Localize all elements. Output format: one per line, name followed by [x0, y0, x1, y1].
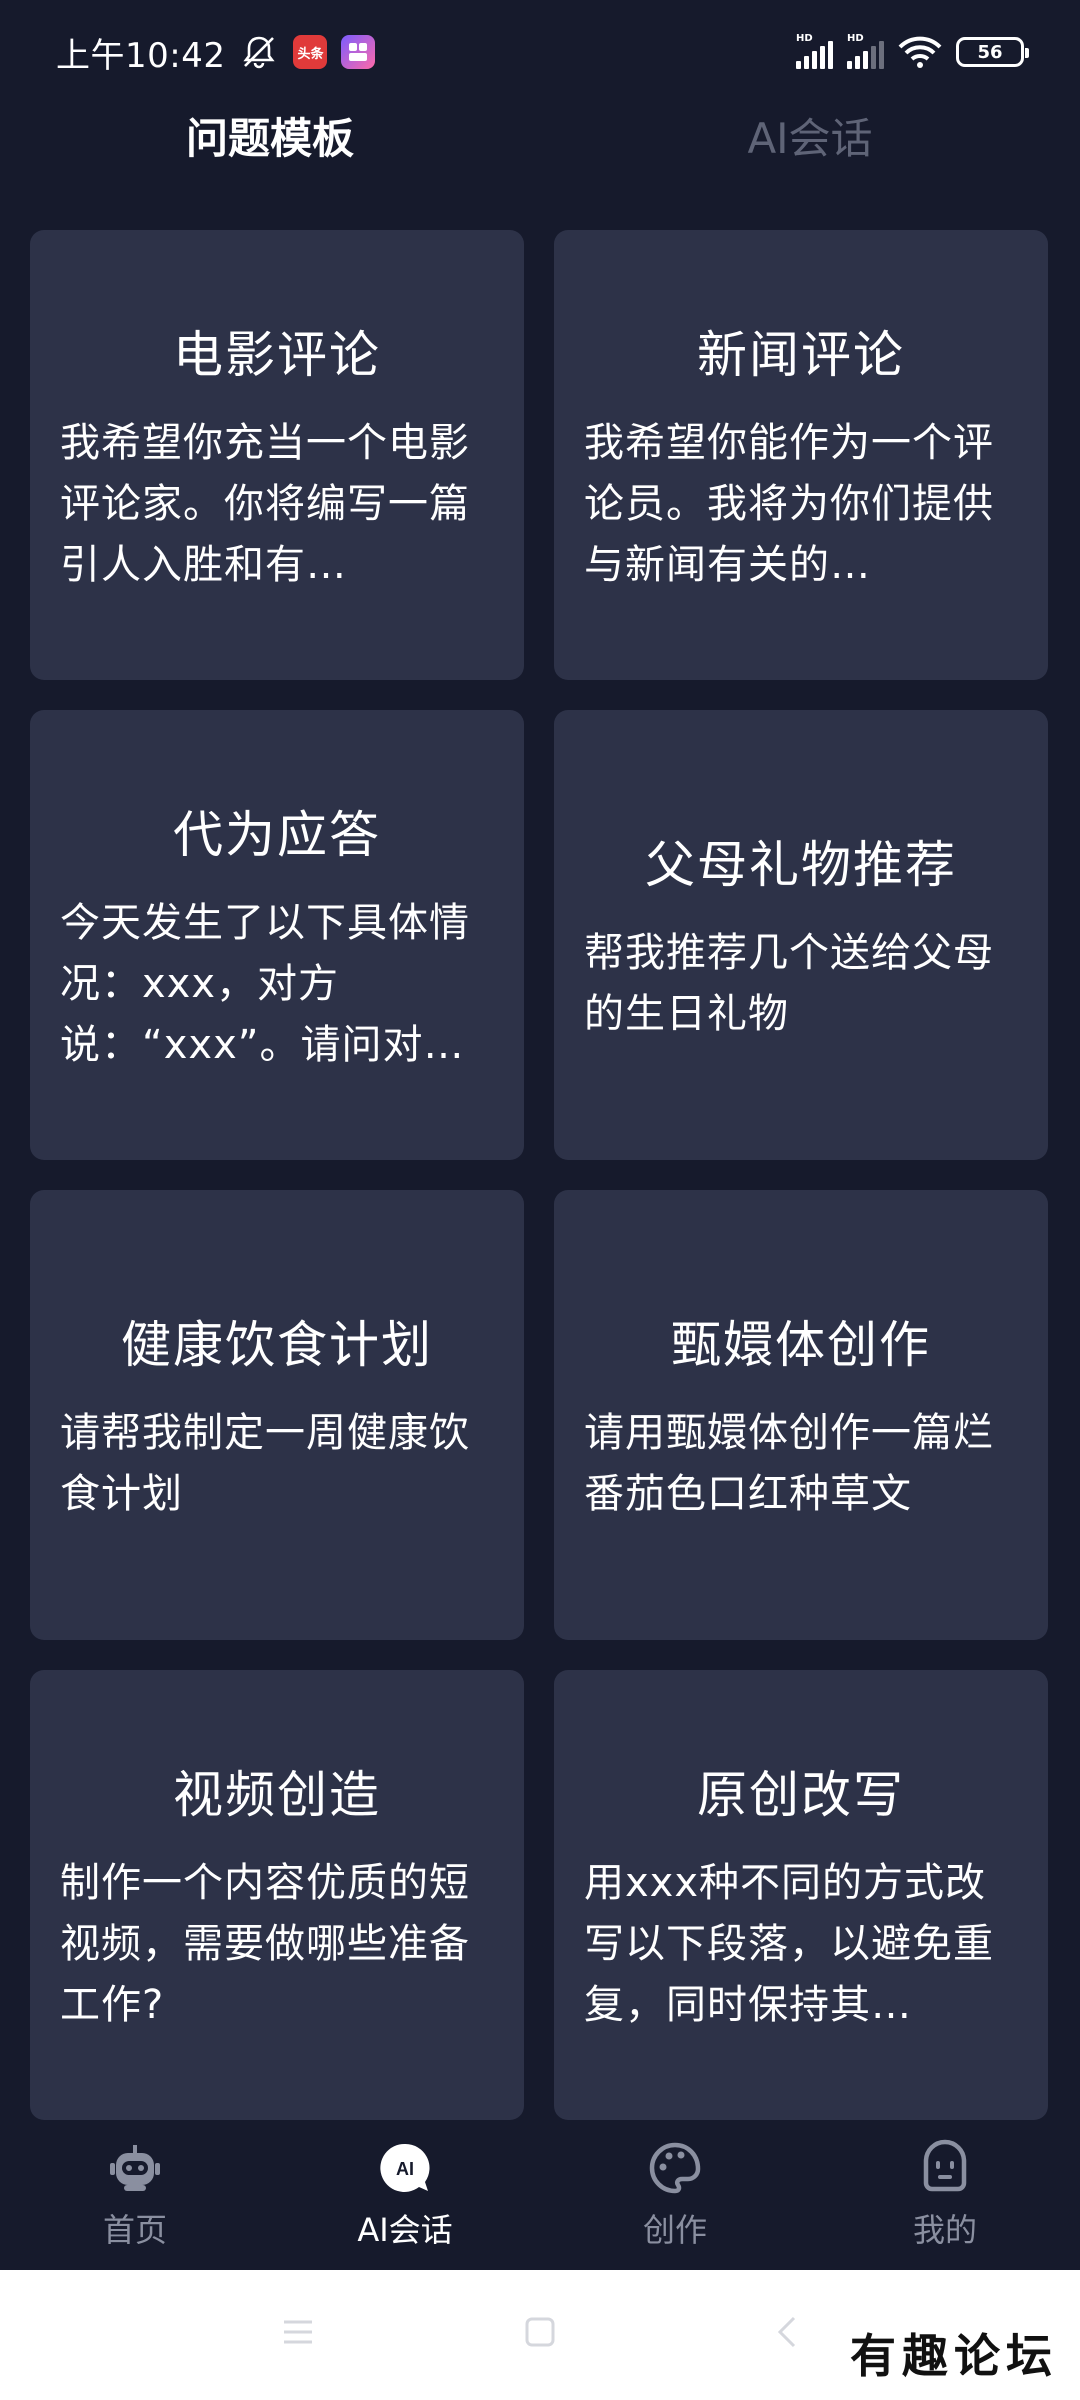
watermark: 有趣论坛	[850, 2329, 1058, 2383]
nav-item-create[interactable]: 创作	[540, 2120, 810, 2270]
status-left: 上午10:42 头条	[56, 28, 376, 77]
signal-icon: HD	[796, 33, 833, 69]
template-card-movie-review[interactable]: 电影评论 我希望你充当一个电影评论家。你将编写一篇引人入胜和有…	[30, 230, 524, 680]
template-card-diet-plan[interactable]: 健康饮食计划 请帮我制定一周健康饮食计划	[30, 1190, 524, 1640]
card-description: 帮我推荐几个送给父母的生日礼物	[584, 930, 994, 1037]
signal-icon-2: HD	[847, 33, 884, 69]
back-icon[interactable]	[768, 2312, 808, 2352]
battery-level: 56	[977, 41, 1003, 63]
face-icon	[923, 2139, 967, 2192]
card-title: 视频创造	[173, 1765, 381, 1824]
card-title: 健康饮食计划	[121, 1316, 433, 1374]
template-card-news-review[interactable]: 新闻评论 我希望你能作为一个评论员。我将为你们提供与新闻有关的…	[554, 230, 1048, 680]
home-icon[interactable]	[520, 2312, 560, 2352]
status-bar: 上午10:42 头条 HD HD 56	[0, 0, 1080, 104]
card-description: 我希望你能作为一个评论员。我将为你们提供与新闻有关的…	[584, 419, 994, 588]
signal-hd-label: HD	[796, 33, 813, 44]
wifi-icon	[898, 36, 942, 68]
card-description: 请帮我制定一周健康饮食计划	[60, 1410, 470, 1517]
card-title: 父母礼物推荐	[645, 836, 957, 894]
bottom-nav: 首页 AI AI会话 创作 我的	[0, 2120, 1080, 2270]
card-description: 我希望你充当一个电影评论家。你将编写一篇引人入胜和有…	[60, 419, 470, 588]
template-card-parent-gifts[interactable]: 父母礼物推荐 帮我推荐几个送给父母的生日礼物	[554, 710, 1048, 1160]
card-title: 代为应答	[173, 805, 381, 864]
card-title: 新闻评论	[697, 325, 905, 384]
nav-item-ai-chat[interactable]: AI AI会话	[270, 2120, 540, 2270]
card-title: 甄嬛体创作	[671, 1316, 931, 1374]
tab-ai-chat[interactable]: AI会话	[540, 104, 1080, 174]
nav-item-mine[interactable]: 我的	[810, 2120, 1080, 2270]
system-nav-bar: 有趣论坛	[0, 2270, 1080, 2400]
toutiao-app-icon: 头条	[293, 35, 328, 69]
palette-icon	[649, 2142, 701, 2194]
card-description: 今天发生了以下具体情况：xxx，对方说：“xxx”。请问对方可…	[60, 899, 470, 1068]
card-description: 用xxx种不同的方式改写以下段落，以避免重复，同时保持其…	[584, 1859, 994, 2028]
tab-question-templates[interactable]: 问题模板	[0, 104, 540, 174]
template-card-video-creation[interactable]: 视频创造 制作一个内容优质的短视频，需要做哪些准备工作?	[30, 1670, 524, 2120]
template-card-reply-for-me[interactable]: 代为应答 今天发生了以下具体情况：xxx，对方说：“xxx”。请问对方可…	[30, 710, 524, 1160]
ai-chat-icon: AI	[380, 2143, 430, 2192]
card-description: 制作一个内容优质的短视频，需要做哪些准备工作?	[60, 1859, 470, 2028]
nav-item-home[interactable]: 首页	[0, 2120, 270, 2270]
nav-label: AI会话	[357, 2211, 453, 2249]
template-card-rewrite[interactable]: 原创改写 用xxx种不同的方式改写以下段落，以避免重复，同时保持其…	[554, 1670, 1048, 2120]
notifications-off-icon	[243, 36, 276, 69]
top-tabs: 问题模板 AI会话	[0, 104, 1080, 174]
card-title: 原创改写	[697, 1765, 905, 1824]
status-time: 上午10:42	[56, 35, 226, 76]
template-card-zhenhuan-style[interactable]: 甄嬛体创作 请用甄嬛体创作一篇烂番茄色口红种草文	[554, 1190, 1048, 1640]
nav-label: 首页	[102, 2211, 167, 2249]
status-right: HD HD 56	[796, 33, 1029, 69]
card-description: 请用甄嬛体创作一篇烂番茄色口红种草文	[584, 1410, 994, 1517]
battery-icon: 56	[956, 37, 1029, 67]
signal-hd-label-2: HD	[847, 33, 864, 44]
menu-icon[interactable]	[278, 2312, 318, 2352]
nav-label: 我的	[912, 2211, 977, 2249]
ai-chat-icon-label: AI	[396, 2159, 414, 2179]
template-grid: 电影评论 我希望你充当一个电影评论家。你将编写一篇引人入胜和有… 新闻评论 我希…	[30, 230, 1050, 2120]
card-title: 电影评论	[173, 325, 381, 384]
robot-icon	[110, 2145, 160, 2191]
app-notification-icon	[341, 35, 376, 69]
nav-label: 创作	[642, 2211, 707, 2249]
